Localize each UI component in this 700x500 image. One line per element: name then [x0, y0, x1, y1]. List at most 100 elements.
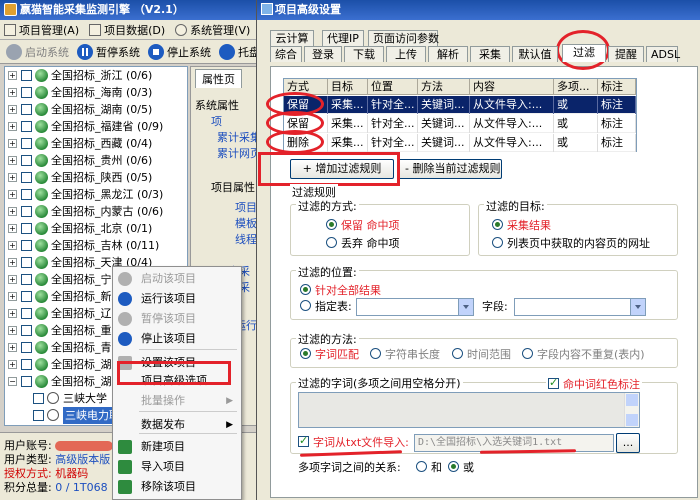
dialog-tab-row1[interactable]: 代理IP	[322, 30, 364, 46]
tree-checkbox[interactable]	[21, 223, 32, 234]
expand-icon[interactable]: +	[8, 360, 17, 369]
target-urls-radio[interactable]: 列表页中获取的内容页的网址	[492, 237, 650, 251]
expand-icon[interactable]: +	[8, 275, 17, 284]
dialog-tab-row2[interactable]: 解析	[428, 46, 468, 62]
context-menu-item[interactable]: 暂停该项目	[113, 309, 241, 329]
tree-item[interactable]: + 全国招标_吉林 (0/11)	[5, 237, 185, 254]
tree-checkbox[interactable]	[33, 410, 44, 421]
highlight-checkbox[interactable]: 命中词红色标注	[546, 376, 642, 392]
discard-radio[interactable]: 丢弃 命中项	[326, 237, 400, 251]
filter-words-textarea[interactable]	[298, 392, 640, 428]
approach-time-radio[interactable]: 时间范围	[452, 348, 511, 362]
keep-radio[interactable]: 保留 命中项	[326, 219, 400, 233]
browse-file-button[interactable]: ...	[616, 433, 640, 453]
expand-icon[interactable]: +	[8, 241, 17, 250]
context-menu-item[interactable]: 启动该项目	[113, 269, 241, 289]
table-select[interactable]	[356, 298, 474, 316]
expand-icon[interactable]: +	[8, 207, 17, 216]
tree-checkbox[interactable]	[21, 325, 32, 336]
menu-project-management[interactable]: 项目管理(A)	[0, 22, 85, 38]
tree-checkbox[interactable]	[21, 206, 32, 217]
tree-checkbox[interactable]	[21, 70, 32, 81]
tree-checkbox[interactable]	[21, 359, 32, 370]
tree-item[interactable]: + 全国招标_陕西 (0/5)	[5, 169, 185, 186]
tree-item[interactable]: + 全国招标_湖南 (0/5)	[5, 101, 185, 118]
tree-checkbox[interactable]	[21, 104, 32, 115]
dialog-tab-row2[interactable]: 登录	[304, 46, 342, 62]
approach-length-radio[interactable]: 字符串长度	[370, 348, 440, 362]
tree-item[interactable]: + 全国招标_黑龙江 (0/3)	[5, 186, 185, 203]
target-results-radio[interactable]: 采集结果	[492, 219, 551, 233]
expand-icon[interactable]: +	[8, 173, 17, 182]
tree-checkbox[interactable]	[21, 121, 32, 132]
system-prop-link-3[interactable]: 累计网页	[217, 145, 261, 161]
tree-item[interactable]: + 全国招标_浙江 (0/6)	[5, 67, 185, 84]
project-prop-link-2[interactable]: 模板	[235, 215, 257, 231]
dialog-tab-row1[interactable]: 云计算	[270, 30, 314, 46]
tree-checkbox[interactable]	[21, 274, 32, 285]
position-all-radio[interactable]: 针对全部结果	[300, 284, 381, 298]
tab-filter[interactable]: 过滤	[562, 44, 606, 62]
tree-checkbox[interactable]	[21, 240, 32, 251]
dialog-tab-row1[interactable]: 页面访问参数	[368, 30, 439, 46]
rules-column-header[interactable]: 目标	[328, 79, 368, 95]
context-menu-item[interactable]: 停止该项目	[113, 329, 241, 349]
tree-checkbox[interactable]	[21, 189, 32, 200]
system-prop-link-1[interactable]: 项	[211, 113, 222, 129]
expand-icon[interactable]: +	[8, 326, 17, 335]
expand-icon[interactable]: +	[8, 71, 17, 80]
tree-checkbox[interactable]	[21, 155, 32, 166]
menu-project-data[interactable]: 项目数据(D)	[85, 22, 171, 38]
relation-or-radio[interactable]: 或	[448, 461, 474, 475]
tree-checkbox[interactable]	[21, 172, 32, 183]
tree-checkbox[interactable]	[21, 257, 32, 268]
rules-column-header[interactable]: 位置	[368, 79, 418, 95]
field-select[interactable]	[514, 298, 646, 316]
tree-checkbox[interactable]	[21, 291, 32, 302]
approach-word-match-radio[interactable]: 字词匹配	[300, 348, 359, 362]
context-menu-item[interactable]: 数据发布 ▶	[113, 415, 241, 435]
rules-column-header[interactable]: 多项...	[554, 79, 598, 95]
start-system-button[interactable]: 启动系统	[2, 41, 73, 63]
properties-tab[interactable]: 属性页	[195, 69, 242, 88]
context-menu-item[interactable]: 运行该项目	[113, 289, 241, 309]
expand-icon[interactable]: +	[8, 88, 17, 97]
tree-checkbox[interactable]	[21, 87, 32, 98]
dialog-tab-row2[interactable]: 提醒	[608, 46, 644, 62]
rules-column-header[interactable]: 标注	[598, 79, 636, 95]
tree-checkbox[interactable]	[21, 376, 32, 387]
system-prop-link-2[interactable]: 累计采集	[217, 129, 261, 145]
menu-system-management[interactable]: 系统管理(V)	[171, 22, 256, 38]
textarea-scrollbar[interactable]	[624, 393, 639, 427]
expand-icon[interactable]: +	[8, 309, 17, 318]
rules-column-header[interactable]: 方法	[418, 79, 470, 95]
context-menu-item[interactable]: 新建项目	[113, 437, 241, 457]
expand-icon[interactable]: +	[8, 156, 17, 165]
tree-checkbox[interactable]	[21, 138, 32, 149]
expand-icon[interactable]: +	[8, 292, 17, 301]
expand-icon[interactable]: −	[8, 377, 17, 386]
tree-item[interactable]: + 全国招标_北京 (0/1)	[5, 220, 185, 237]
context-menu-item[interactable]: 移除该项目	[113, 477, 241, 497]
expand-icon[interactable]: +	[8, 190, 17, 199]
tree-checkbox[interactable]	[21, 308, 32, 319]
rules-column-header[interactable]: 内容	[470, 79, 554, 95]
context-menu-item[interactable]: 批量操作 ▶	[113, 391, 241, 411]
expand-icon[interactable]: +	[8, 343, 17, 352]
dialog-tab-row2[interactable]: 综合	[270, 46, 302, 62]
tree-checkbox[interactable]	[33, 393, 44, 404]
tree-item[interactable]: + 全国招标_西藏 (0/4)	[5, 135, 185, 152]
tree-item[interactable]: + 全国招标_海南 (0/3)	[5, 84, 185, 101]
context-menu-item[interactable]: 导入项目	[113, 457, 241, 477]
approach-unique-radio[interactable]: 字段内容不重复(表内)	[522, 348, 645, 362]
relation-and-radio[interactable]: 和	[416, 461, 442, 475]
import-from-file-checkbox[interactable]: 字词从txt文件导入:	[298, 434, 409, 450]
tree-item[interactable]: + 全国招标_福建省 (0/9)	[5, 118, 185, 135]
delete-filter-rule-button[interactable]: - 删除当前过滤规则	[398, 159, 502, 179]
dialog-tab-row2[interactable]: 上传	[386, 46, 426, 62]
tree-checkbox[interactable]	[21, 342, 32, 353]
dialog-tab-row2[interactable]: ADSL	[646, 46, 680, 62]
stop-system-button[interactable]: 停止系统	[144, 41, 215, 63]
position-table-radio[interactable]: 指定表:	[300, 300, 352, 314]
expand-icon[interactable]: +	[8, 122, 17, 131]
